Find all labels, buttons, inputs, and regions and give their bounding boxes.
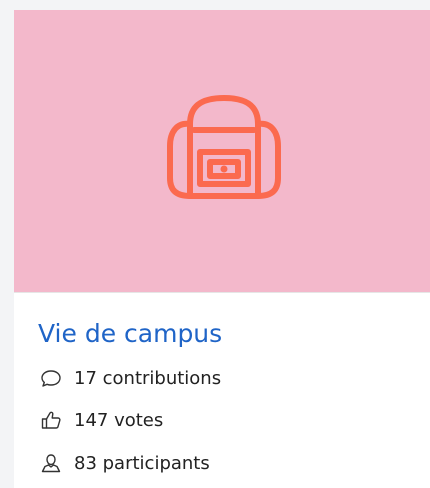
stat-votes-label: 147 votes (74, 409, 164, 431)
thumbs-up-icon (40, 409, 62, 431)
project-title[interactable]: Vie de campus (38, 321, 222, 346)
stat-votes: 147 votes (40, 409, 163, 431)
project-card-body: Vie de campus 17 contributions 147 votes (14, 292, 430, 488)
project-card-image[interactable] (14, 10, 430, 292)
stat-contributions: 17 contributions (40, 367, 221, 389)
stat-participants-label: 83 participants (74, 452, 210, 474)
project-card[interactable]: Vie de campus 17 contributions 147 votes (14, 10, 430, 488)
user-icon (40, 452, 62, 474)
stat-participants: 83 participants (40, 452, 210, 474)
backpack-icon (167, 95, 281, 199)
stat-contributions-label: 17 contributions (74, 367, 222, 389)
comment-icon (40, 367, 62, 389)
